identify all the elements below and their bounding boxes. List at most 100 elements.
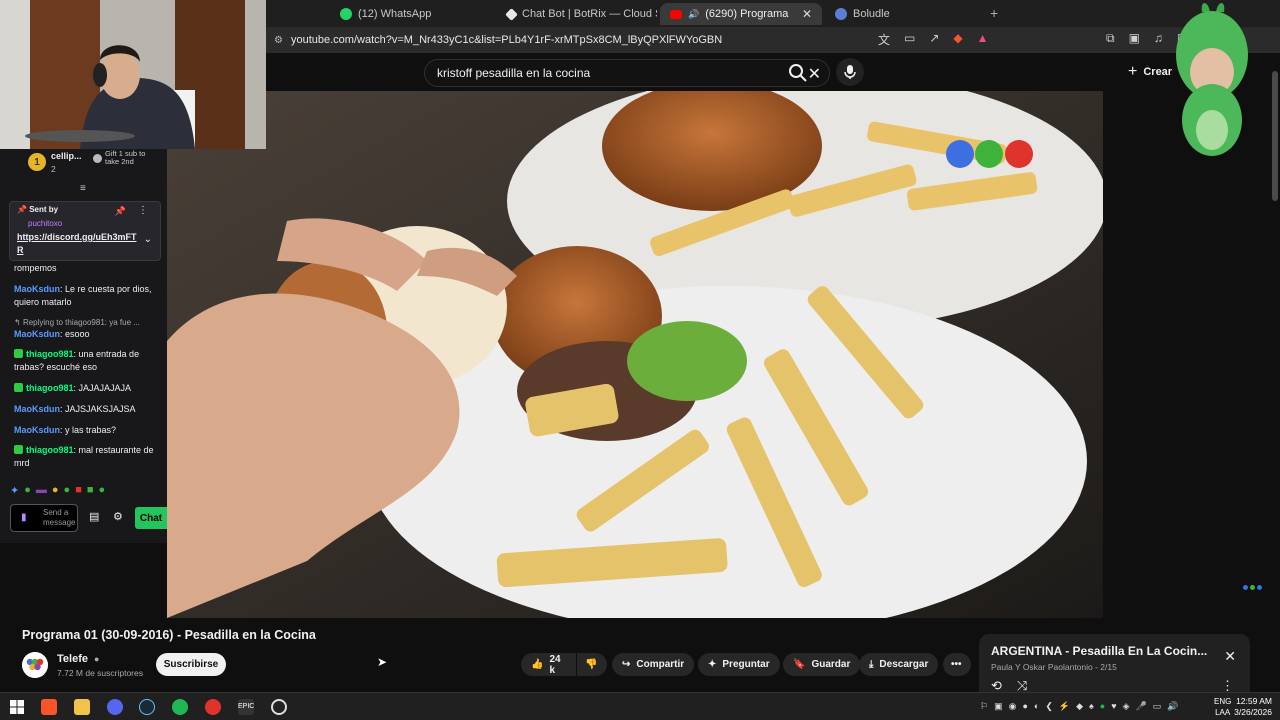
tray-icon[interactable]: ⚐ [980, 701, 988, 712]
dislike-button[interactable]: 👎 [577, 653, 607, 676]
translate-icon[interactable]: 文 [878, 31, 890, 48]
pinned-link[interactable]: https://discord.gg/uEh3mFTR [17, 231, 137, 257]
microphone-icon[interactable]: ▮ [21, 512, 27, 523]
sidebar-icon[interactable]: ▣ [1129, 31, 1140, 46]
gift-prompt[interactable]: Gift 1 sub to take 2nd [105, 150, 151, 166]
tab-botrix[interactable]: Chat Bot | BotRix — Cloud Streaming [497, 3, 657, 25]
tab-label: Boludle [853, 8, 890, 20]
voice-search-button[interactable] [836, 58, 864, 86]
emote-icon[interactable]: ● [52, 484, 59, 497]
new-tab-icon[interactable]: + [990, 5, 998, 21]
share-button[interactable]: ↪ Compartir [612, 653, 695, 676]
tab-boludle[interactable]: Boludle [825, 3, 975, 25]
windows-start-icon[interactable] [9, 699, 25, 715]
playlist-panel[interactable]: ARGENTINA - Pesadilla En La Cocin... Pau… [979, 634, 1250, 700]
download-button[interactable]: ⤓ Descargar [859, 653, 939, 676]
site-info-icon[interactable]: ⚙ [274, 35, 283, 46]
emote-icon[interactable]: ■ [75, 484, 82, 497]
cast-icon[interactable]: ▭ [904, 31, 915, 48]
clock-date: 3/26/2026 [1234, 707, 1272, 717]
brave-shield-icon[interactable]: ◆ [953, 31, 962, 48]
search-box[interactable]: kristoff pesadilla en la cocina ✕ [424, 59, 830, 87]
verified-icon: ● [94, 654, 100, 664]
close-icon[interactable]: ✕ [1224, 648, 1236, 665]
emote-icon[interactable]: ● [64, 484, 71, 497]
channel-name[interactable]: Telefe ● [57, 653, 99, 665]
emote-icon[interactable]: ■ [87, 484, 94, 497]
subscribe-button[interactable]: Suscribirse [156, 653, 226, 676]
tray-icon[interactable]: ● [1022, 701, 1027, 712]
bookmark-icon: 🔖 [793, 659, 806, 670]
tab-youtube-active[interactable]: 🔊 (6290) Programa 01 (30-09-2 ✕ [660, 3, 822, 25]
channel-avatar[interactable] [22, 652, 48, 678]
tray-icon[interactable]: ◐ [1034, 701, 1039, 712]
pinned-message[interactable]: 📌 Sent by puchitoxo https://discord.gg/u… [9, 201, 161, 261]
chevron-down-icon[interactable]: ⌄ [144, 234, 152, 245]
download-label: Descargar [879, 659, 929, 670]
emote-icon[interactable]: ✦ [10, 484, 19, 497]
emote-bar[interactable]: ✦ ● ▬ ● ● ■ ■ ● [10, 484, 105, 497]
system-tray: ⚐ ▣ ◉ ● ◐ ❮ ⚡ ◆ ♠ ● ♥ ◈ 🎤 ▭ 🔊 [980, 701, 1178, 712]
collapse-icon[interactable]: ≡ [80, 183, 86, 194]
page-scrollbar[interactable] [1272, 71, 1278, 201]
pin-icon[interactable]: 📌 [115, 206, 126, 217]
language-indicator[interactable]: ENG LAA [1214, 696, 1231, 718]
tray-icon[interactable]: ⚡ [1059, 701, 1070, 712]
volume-icon[interactable]: 🔊 [1167, 701, 1178, 712]
file-explorer-icon[interactable] [74, 699, 90, 715]
tray-icon[interactable]: ♠ [1089, 701, 1094, 712]
mouse-cursor-icon: ➤ [377, 655, 388, 669]
microphone-icon[interactable]: 🎤 [1136, 701, 1147, 712]
create-label: Crear [1143, 66, 1173, 78]
system-clock[interactable]: 12:59 AM 3/26/2026 [1234, 696, 1272, 718]
spotify-icon[interactable] [172, 699, 188, 715]
search-input[interactable]: kristoff pesadilla en la cocina [437, 66, 590, 80]
discord-icon[interactable] [107, 699, 123, 715]
save-button[interactable]: 🔖 Guardar [783, 653, 861, 676]
more-icon: ••• [951, 659, 962, 670]
emote-icon[interactable]: ● [99, 484, 106, 497]
like-button[interactable]: 👍 24 k [521, 653, 576, 676]
playlist-title[interactable]: ARGENTINA - Pesadilla En La Cocin... [991, 644, 1207, 658]
obs-icon[interactable] [271, 699, 287, 715]
tab-whatsapp[interactable]: (12) WhatsApp [330, 3, 490, 25]
tray-icon[interactable]: ♥ [1111, 701, 1116, 712]
more-actions-button[interactable]: ••• [943, 653, 971, 676]
more-options-icon[interactable]: ⋮ [138, 205, 148, 216]
chat-input-row: ▮ Send a message ▤ ⚙ Chat [0, 500, 167, 540]
chat-send-button[interactable]: Chat [135, 507, 167, 529]
gift-icon[interactable]: ▤ [89, 510, 99, 523]
emote-icon[interactable]: ▬ [36, 484, 47, 497]
steam-icon[interactable] [139, 699, 155, 715]
brave-rewards-icon[interactable]: ▲ [977, 31, 989, 48]
network-icon[interactable]: ▭ [1153, 701, 1162, 712]
emote-icon[interactable]: ● [24, 484, 31, 497]
gear-icon[interactable]: ⚙ [113, 510, 123, 523]
search-icon[interactable] [786, 61, 810, 85]
chat-message: MaoKsdun: esooo [14, 329, 90, 339]
spotify-tray-icon[interactable]: ● [1100, 701, 1105, 712]
share-icon[interactable]: ↗ [929, 31, 939, 48]
tray-icon[interactable]: ▣ [994, 701, 1003, 712]
app-icon[interactable] [205, 699, 221, 715]
tray-icon[interactable]: ◆ [1076, 701, 1083, 712]
extensions-icon[interactable]: ⧉ [1106, 31, 1115, 46]
tray-icon[interactable]: ❮ [1045, 701, 1053, 712]
botrix-icon [505, 7, 518, 21]
video-player[interactable] [167, 91, 1103, 618]
media-icon[interactable]: ♫ [1154, 31, 1163, 46]
ask-button[interactable]: ✦ Preguntar [698, 653, 780, 676]
address-bar[interactable]: ⚙ youtube.com/watch?v=M_Nr433yC1c&list=P… [274, 31, 722, 49]
tray-icon[interactable]: ◈ [1123, 701, 1130, 712]
tray-icon[interactable]: ◉ [1009, 701, 1017, 712]
url-text[interactable]: youtube.com/watch?v=M_Nr433yC1c&list=PLb… [291, 34, 722, 46]
download-icon: ⤓ [869, 659, 874, 670]
chat-input[interactable]: ▮ Send a message [10, 504, 78, 532]
chat-message: MaoKsdun: y las trabas? [14, 425, 117, 435]
chat-message: thiagoo981: JAJAJAJAJA [14, 382, 160, 395]
brave-browser-icon[interactable] [41, 699, 57, 715]
chat-message: MaoKsdun: JAJSJAKSJAJSA [14, 404, 136, 414]
create-button[interactable]: + Crear [1128, 63, 1172, 81]
close-tab-icon[interactable]: ✕ [802, 7, 812, 21]
epic-games-icon[interactable]: EPIC [238, 699, 254, 715]
